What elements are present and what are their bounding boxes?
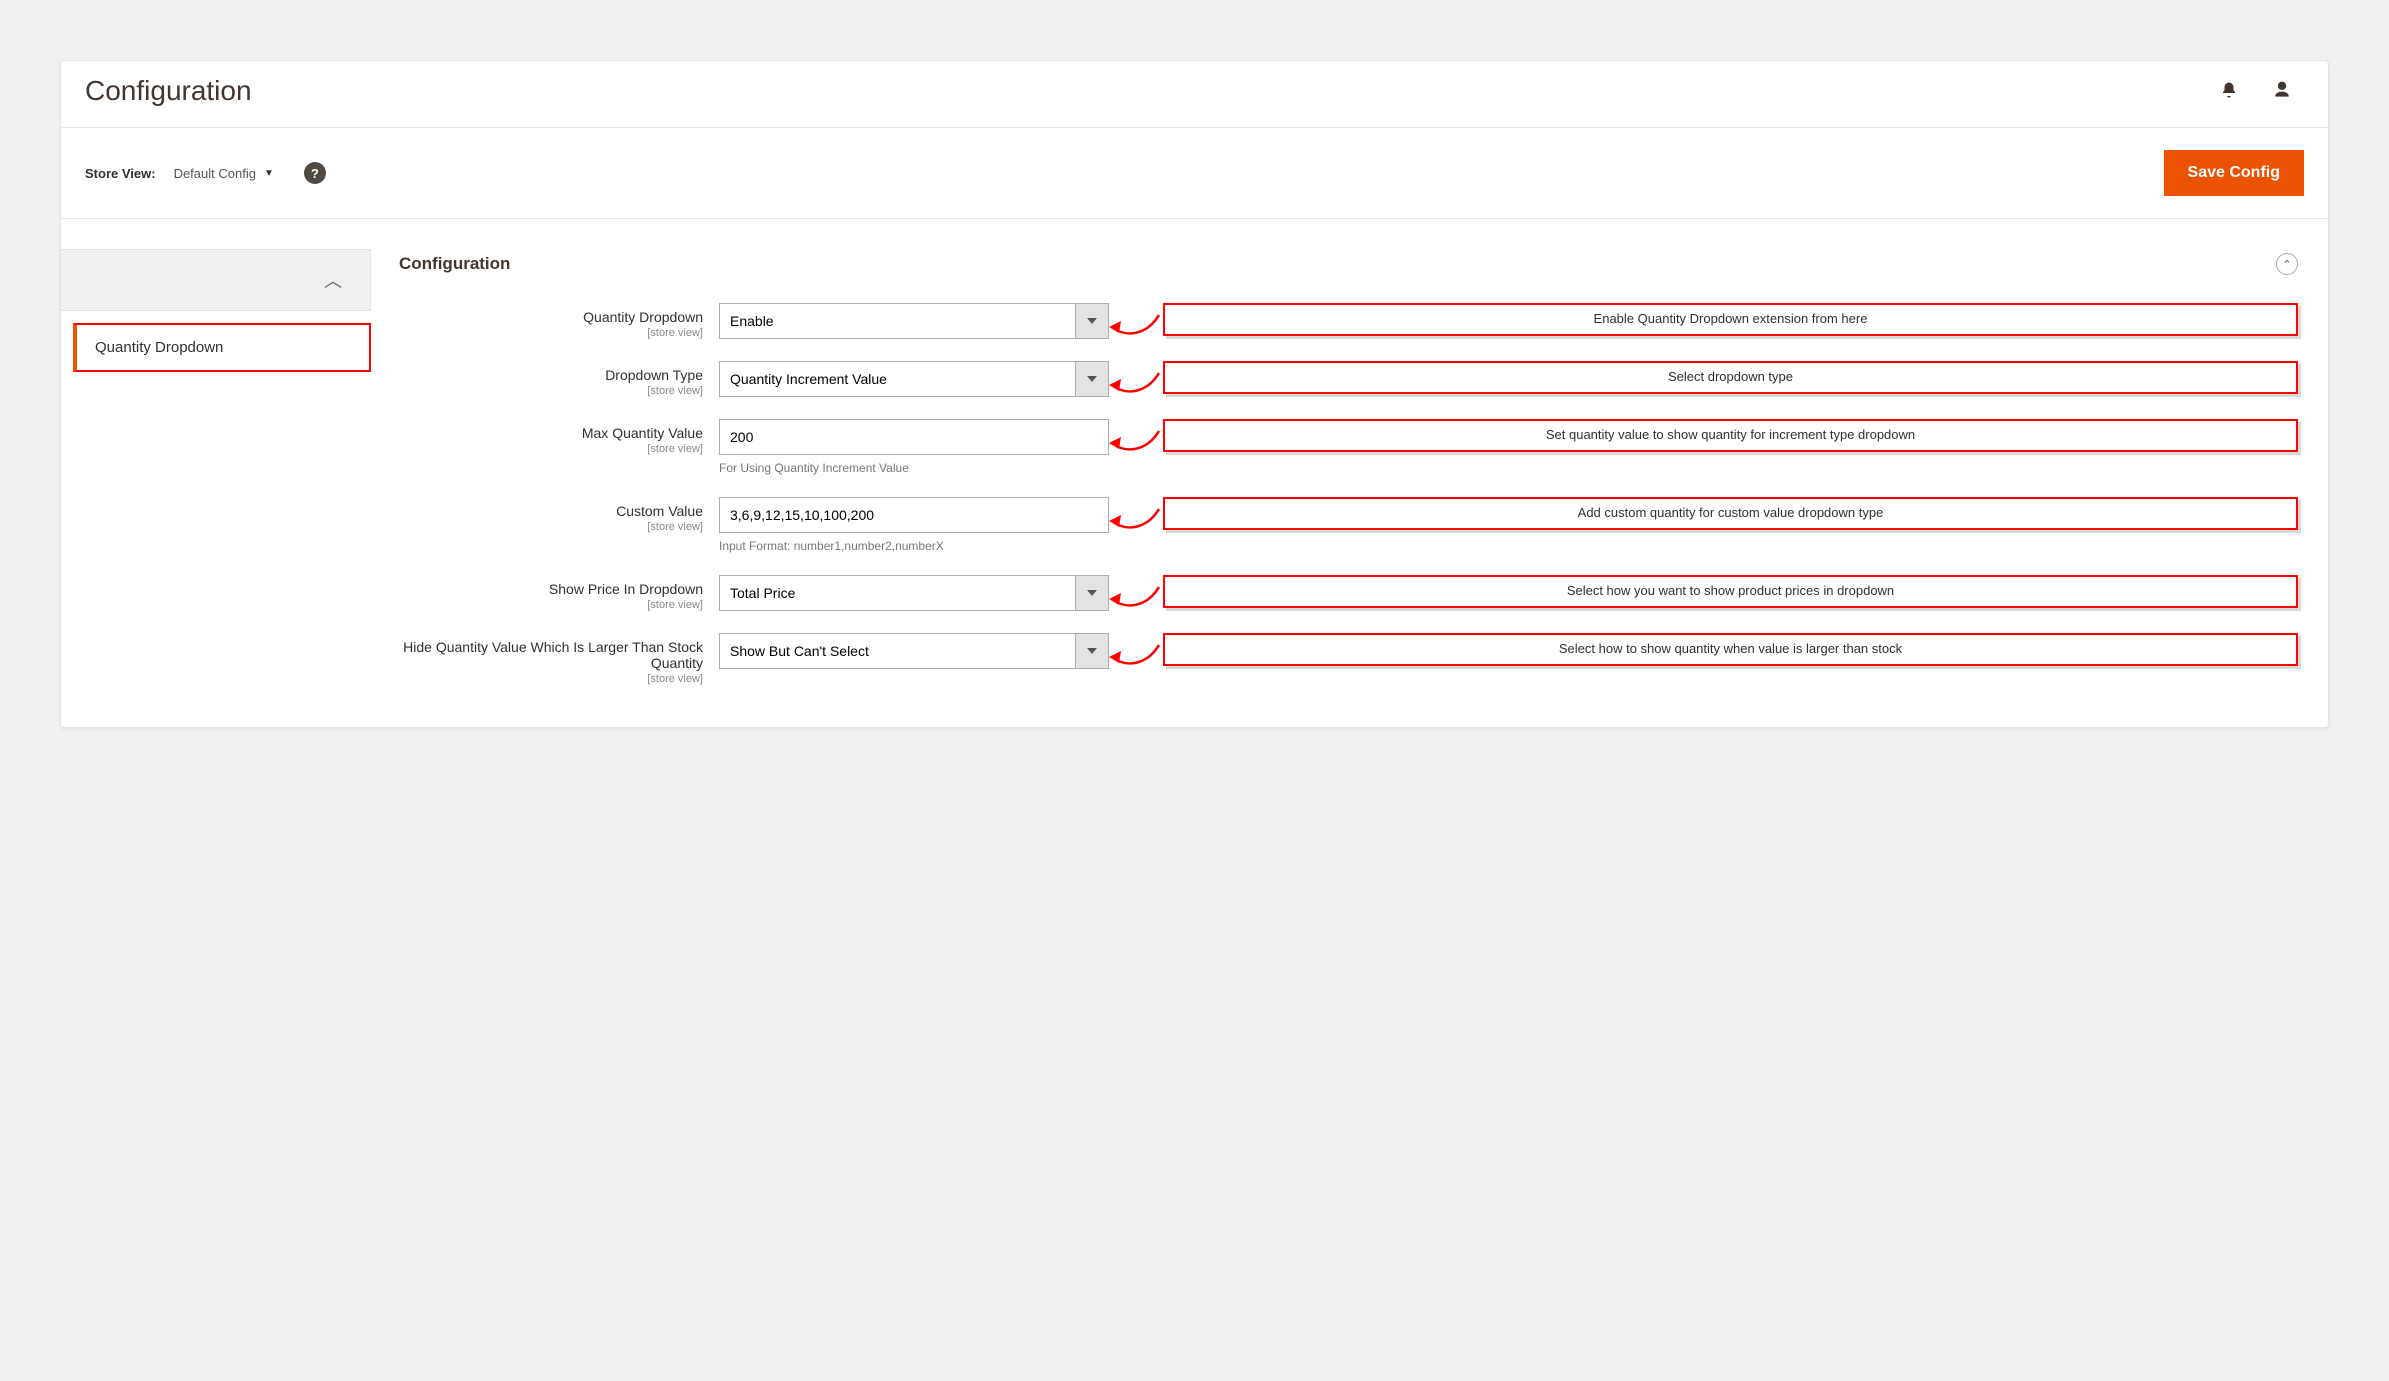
field-input[interactable] [719,419,1109,455]
field-scope: [store view] [399,673,703,685]
caret-down-icon [1087,648,1097,654]
page-header: Configuration [61,61,2328,128]
header-actions [2220,80,2304,103]
field-label-col: Dropdown Type [store view] [399,361,719,397]
annotation-callout: Set quantity value to show quantity for … [1163,419,2298,452]
sidebar: ︿ Quantity Dropdown [61,249,371,372]
field-label: Show Price In Dropdown [549,581,703,597]
save-config-button[interactable]: Save Config [2164,150,2304,196]
annotation-col: Select dropdown type [1109,361,2298,394]
caret-down-icon: ▼ [264,168,274,179]
field-label-col: Quantity Dropdown [store view] [399,303,719,339]
fields-container: Quantity Dropdown [store view] Enable Quan… [399,303,2298,685]
field-row: Show Price In Dropdown [store view] Select… [399,575,2298,611]
caret-down-icon [1087,318,1097,324]
caret-down-icon [1087,376,1097,382]
content: Configuration ⌃ Quantity Dropdown [store … [399,249,2304,707]
annotation-callout: Select how you want to show product pric… [1163,575,2298,608]
field-label-col: Hide Quantity Value Which Is Larger Than… [399,633,719,685]
section-collapse-toggle[interactable]: ⌃ [2276,253,2298,275]
account-icon[interactable] [2272,80,2292,103]
annotation-col: Enable Quantity Dropdown extension from … [1109,303,2298,336]
field-input[interactable] [719,497,1109,533]
config-body: ︿ Quantity Dropdown Configuration ⌃ Quan… [61,219,2328,727]
field-row: Custom Value [store view] Input Format: nu… [399,497,2298,553]
toolbar: Store View: Default Config ▼ ? Save Conf… [61,128,2328,219]
select-wrap [719,361,1109,397]
select-wrap [719,633,1109,669]
field-scope: [store view] [399,443,703,455]
field-control-col [719,633,1109,669]
field-control-col [719,361,1109,397]
annotation-col: Select how to show quantity when value i… [1109,633,2298,666]
select-dropdown-button[interactable] [1075,361,1109,397]
field-label-col: Custom Value [store view] [399,497,719,533]
annotation-col: Add custom quantity for custom value dro… [1109,497,2298,530]
annotation-col: Select how you want to show product pric… [1109,575,2298,608]
field-select[interactable] [719,361,1075,397]
field-scope: [store view] [399,327,703,339]
field-row: Max Quantity Value [store view] For Using … [399,419,2298,475]
field-select[interactable] [719,575,1075,611]
annotation-callout: Select how to show quantity when value i… [1163,633,2298,666]
field-row: Hide Quantity Value Which Is Larger Than… [399,633,2298,685]
store-view-value: Default Config [174,166,256,181]
field-label: Max Quantity Value [582,425,703,441]
section-title: Configuration [399,254,510,274]
annotation-col: Set quantity value to show quantity for … [1109,419,2298,452]
chevron-up-icon: ︿ [324,267,342,293]
page-title: Configuration [85,75,252,107]
annotation-callout: Enable Quantity Dropdown extension from … [1163,303,2298,336]
field-control-col: For Using Quantity Increment Value [719,419,1109,475]
store-scope: Store View: Default Config ▼ ? [85,162,326,184]
help-icon[interactable]: ? [304,162,326,184]
field-label: Dropdown Type [605,367,703,383]
field-label: Quantity Dropdown [583,309,703,325]
field-row: Dropdown Type [store view] Select dropdown… [399,361,2298,397]
field-label: Custom Value [616,503,703,519]
sidebar-item-quantity-dropdown[interactable]: Quantity Dropdown [73,323,371,372]
select-dropdown-button[interactable] [1075,303,1109,339]
section-header: Configuration ⌃ [399,249,2298,303]
annotation-callout: Select dropdown type [1163,361,2298,394]
store-view-label: Store View: [85,166,156,181]
store-view-switcher[interactable]: Default Config ▼ [174,166,274,181]
field-note: Input Format: number1,number2,numberX [719,539,1109,553]
select-wrap [719,303,1109,339]
field-note: For Using Quantity Increment Value [719,461,1109,475]
select-wrap [719,575,1109,611]
config-panel: Configuration Store View: Default Config… [60,60,2329,728]
notifications-icon[interactable] [2220,81,2238,102]
chevron-up-icon: ⌃ [2282,258,2291,271]
sidebar-group-toggle[interactable]: ︿ [61,249,371,311]
select-dropdown-button[interactable] [1075,633,1109,669]
field-select[interactable] [719,303,1075,339]
select-dropdown-button[interactable] [1075,575,1109,611]
caret-down-icon [1087,590,1097,596]
annotation-callout: Add custom quantity for custom value dro… [1163,497,2298,530]
field-label-col: Max Quantity Value [store view] [399,419,719,455]
field-control-col [719,575,1109,611]
field-row: Quantity Dropdown [store view] Enable Quan… [399,303,2298,339]
field-select[interactable] [719,633,1075,669]
field-label-col: Show Price In Dropdown [store view] [399,575,719,611]
field-control-col: Input Format: number1,number2,numberX [719,497,1109,553]
field-scope: [store view] [399,385,703,397]
field-scope: [store view] [399,599,703,611]
field-scope: [store view] [399,521,703,533]
field-control-col [719,303,1109,339]
field-label: Hide Quantity Value Which Is Larger Than… [403,639,703,671]
